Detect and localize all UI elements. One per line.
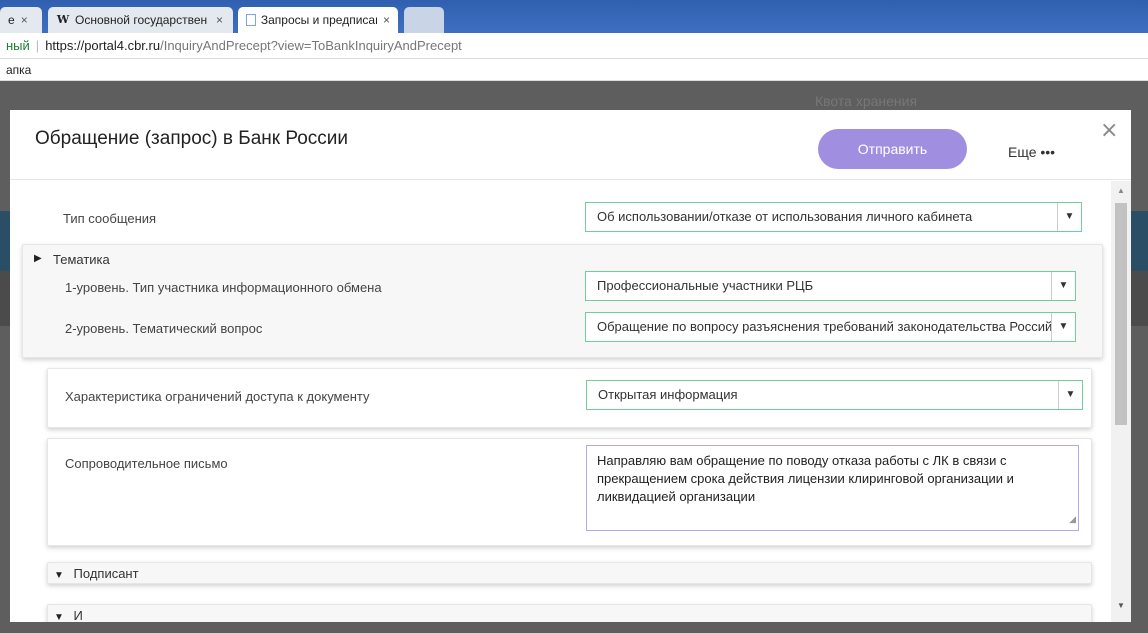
modal-body: Тип сообщения Об использовании/отказе от… — [10, 181, 1110, 622]
cover-letter-section: Сопроводительное письмо Направляю вам об… — [47, 438, 1092, 546]
close-icon[interactable]: × — [1100, 118, 1118, 143]
signer-section-title: Подписант — [73, 566, 139, 581]
message-type-select[interactable]: Об использовании/отказе от использования… — [585, 202, 1082, 232]
cover-letter-value: Направляю вам обращение по поводу отказа… — [597, 453, 1014, 504]
url-host: https://portal4.cbr.ru — [45, 38, 161, 53]
next-section[interactable]: ▼ И — [47, 604, 1092, 622]
more-menu-button[interactable]: Еще ••• — [1008, 144, 1055, 160]
cover-letter-label: Сопроводительное письмо — [65, 456, 228, 471]
address-bar[interactable]: ный | https://portal4.cbr.ru/InquiryAndP… — [0, 33, 1148, 59]
url-path: /InquiryAndPrecept?view=ToBankInquiryAnd… — [160, 38, 462, 53]
expand-icon: ▶ — [34, 253, 42, 264]
modal-title: Обращение (запрос) в Банк России — [35, 128, 348, 149]
level2-select[interactable]: Обращение по вопросу разъяснения требова… — [585, 312, 1076, 342]
tab-close-icon[interactable]: × — [383, 13, 390, 27]
level1-value: Профессиональные участники РЦБ — [597, 278, 814, 293]
address-separator: | — [35, 38, 40, 53]
quota-label: Квота хранения — [815, 93, 918, 109]
inquiry-modal: Обращение (запрос) в Банк России Отправи… — [10, 110, 1131, 622]
chevron-down-icon[interactable]: ▼ — [1051, 313, 1075, 341]
next-section-title: И — [73, 608, 83, 622]
collapse-icon: ▼ — [54, 612, 64, 622]
tab-label: е — [8, 13, 15, 27]
modal-scrollbar[interactable]: ▲ ▼ — [1111, 181, 1131, 622]
browser-tab-wiki[interactable]: W Основной государствен × — [48, 7, 233, 33]
resize-handle-icon[interactable]: ◢ — [1069, 510, 1076, 528]
tab-close-icon[interactable]: × — [216, 13, 223, 27]
scroll-down-icon[interactable]: ▼ — [1117, 601, 1125, 610]
tab-close-icon[interactable]: × — [21, 13, 28, 27]
browser-tab-active[interactable]: Запросы и предписани × — [238, 7, 398, 33]
tab-label: Основной государствен — [75, 13, 208, 27]
browser-tab-bar: е × W Основной государствен × Запросы и … — [0, 0, 1148, 33]
wikipedia-icon: W — [56, 13, 70, 26]
topic-section-title: Тематика — [53, 252, 110, 267]
browser-tab-prev[interactable]: е × — [0, 7, 42, 33]
signer-section[interactable]: ▼ Подписант — [47, 562, 1092, 584]
access-select[interactable]: Открытая информация ▼ — [586, 380, 1083, 410]
tab-label: Запросы и предписани — [260, 13, 377, 27]
level1-select[interactable]: Профессиональные участники РЦБ ▼ — [585, 271, 1076, 301]
topic-section-header[interactable]: ▶ Тематика — [34, 252, 110, 267]
level2-value: Обращение по вопросу разъяснения требова… — [597, 319, 1059, 334]
send-button[interactable]: Отправить — [818, 129, 967, 169]
level2-label: 2-уровень. Тематический вопрос — [65, 321, 263, 336]
security-label: ный — [6, 38, 30, 53]
signer-section-header[interactable]: ▼ Подписант — [54, 566, 139, 581]
access-value: Открытая информация — [598, 387, 738, 402]
access-section: Характеристика ограничений доступа к док… — [47, 368, 1092, 428]
message-type-label: Тип сообщения — [63, 211, 157, 226]
chevron-down-icon[interactable]: ▼ — [1057, 203, 1081, 231]
level1-label: 1-уровень. Тип участника информационного… — [65, 280, 382, 295]
scrollbar-thumb[interactable] — [1115, 203, 1127, 425]
chevron-down-icon[interactable]: ▼ — [1051, 272, 1075, 300]
modal-header: Обращение (запрос) в Банк России Отправи… — [10, 110, 1131, 180]
scroll-up-icon[interactable]: ▲ — [1117, 186, 1125, 195]
bookmarks-bar: апка — [0, 59, 1148, 81]
page-icon — [246, 14, 256, 26]
new-tab-button[interactable] — [404, 7, 444, 33]
bookmark-folder[interactable]: апка — [6, 63, 31, 77]
chevron-down-icon[interactable]: ▼ — [1058, 381, 1082, 409]
topic-section: ▶ Тематика 1-уровень. Тип участника инфо… — [22, 244, 1103, 358]
next-section-header[interactable]: ▼ И — [54, 608, 83, 622]
collapse-icon: ▼ — [54, 570, 64, 581]
cover-letter-textarea[interactable]: Направляю вам обращение по поводу отказа… — [586, 445, 1079, 531]
access-label: Характеристика ограничений доступа к док… — [65, 389, 370, 404]
message-type-value: Об использовании/отказе от использования… — [597, 209, 973, 224]
